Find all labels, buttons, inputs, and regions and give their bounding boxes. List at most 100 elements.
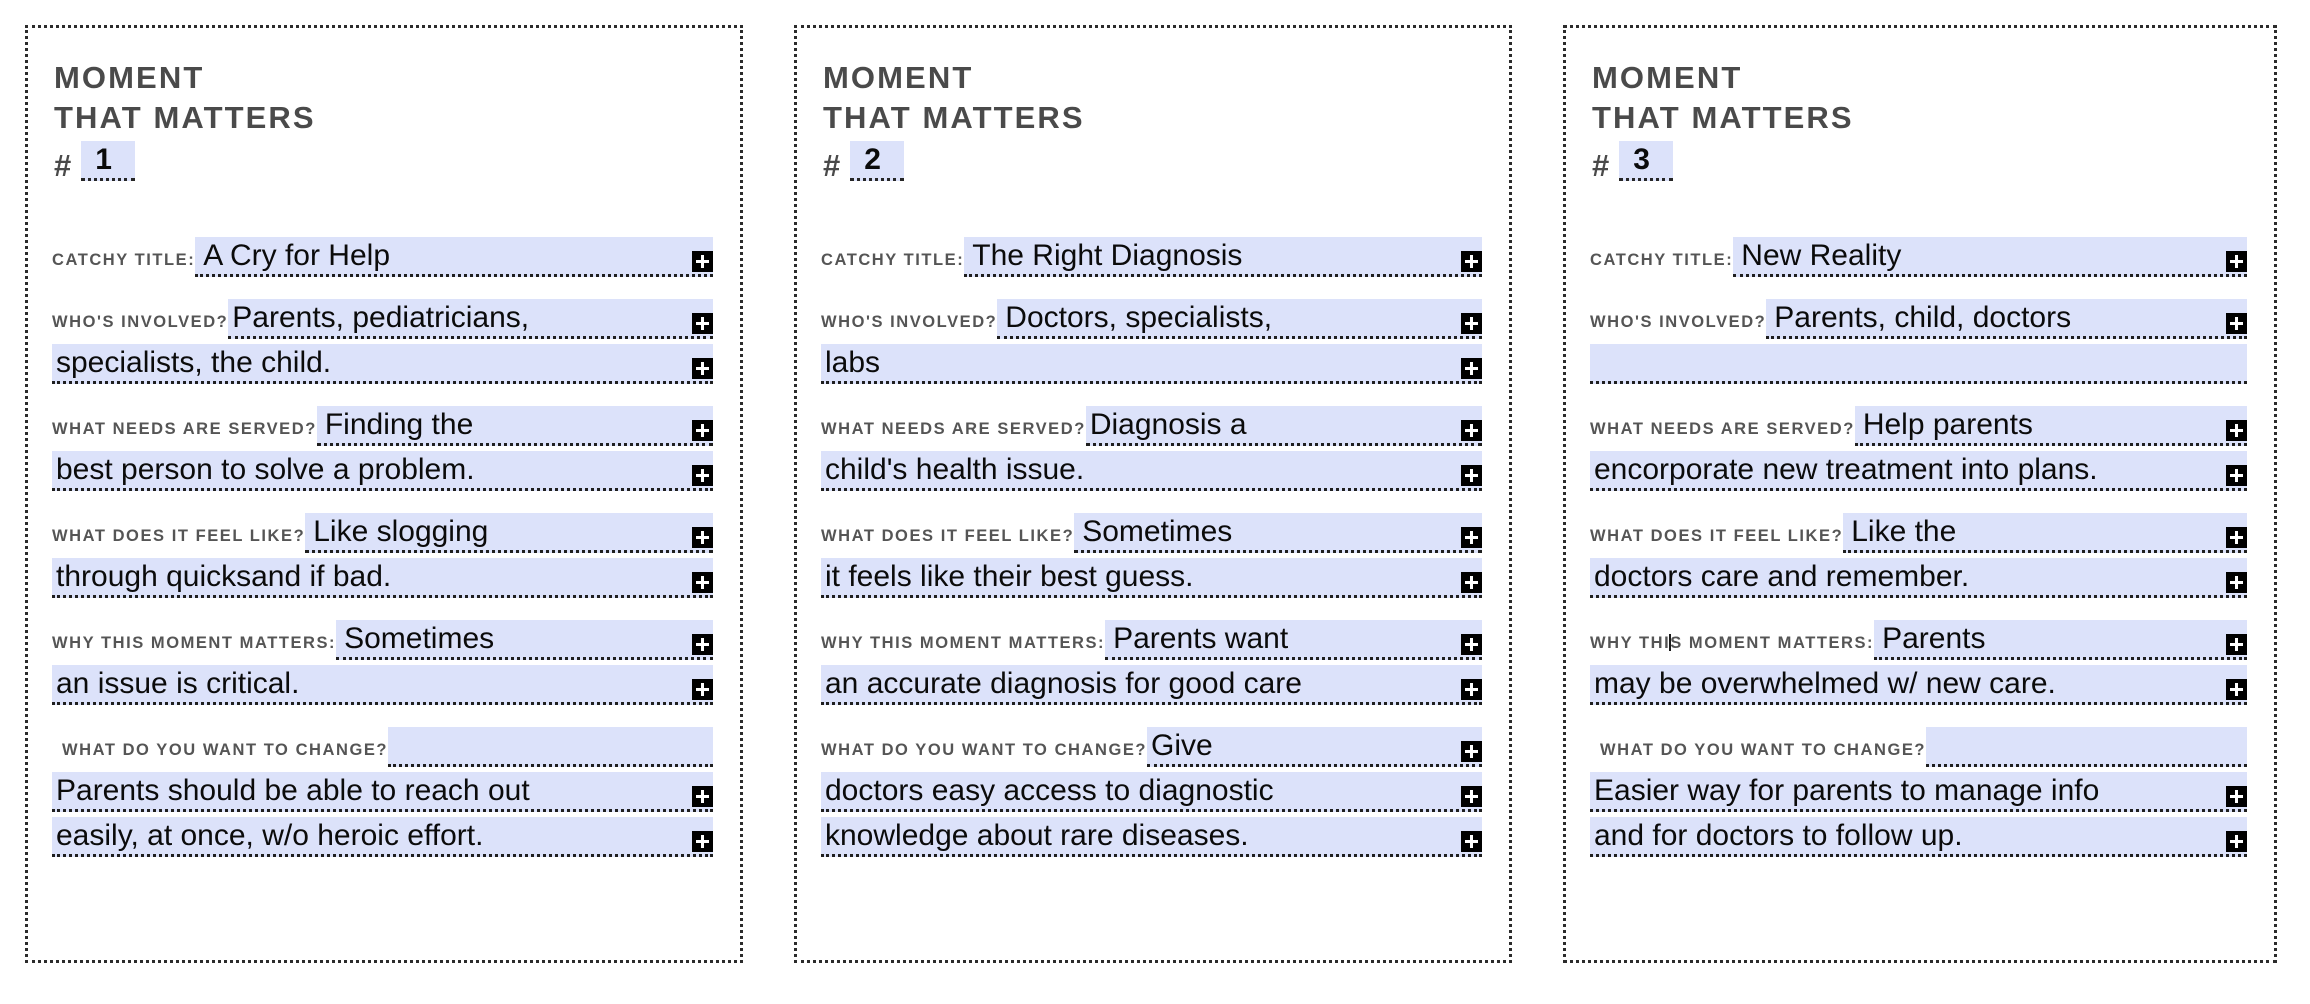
value-text: labs: [825, 346, 881, 379]
plus-icon[interactable]: [2226, 634, 2247, 655]
label-whos-involved: Who's Involved?: [52, 312, 229, 331]
field-row: encorporate new treatment into plans.: [1590, 447, 2247, 491]
label-what-does-it-feel-like: What does it feel like?: [52, 526, 306, 545]
field-row: specialists, the child.: [52, 340, 713, 384]
plus-icon[interactable]: [1461, 465, 1482, 486]
plus-icon[interactable]: [692, 786, 713, 807]
input-why-this-moment-matters-line-2[interactable]: an accurate diagnosis for good care: [821, 665, 1482, 705]
plus-icon[interactable]: [2226, 831, 2247, 852]
plus-icon[interactable]: [692, 313, 713, 334]
field-row: [1590, 340, 2247, 384]
input-whos-involved-line-2[interactable]: [1590, 344, 2247, 384]
input-what-do-you-want-to-change-line-1[interactable]: [1926, 727, 2247, 767]
card-number-input[interactable]: 2: [850, 141, 905, 181]
plus-icon[interactable]: [1461, 634, 1482, 655]
field-row: an accurate diagnosis for good care: [821, 661, 1482, 705]
plus-icon[interactable]: [2226, 420, 2247, 441]
field-whos-involved: Who's Involved? Doctors, specialists, la…: [821, 295, 1482, 384]
input-why-this-moment-matters-line-1[interactable]: Sometimes: [336, 620, 713, 660]
plus-icon[interactable]: [2226, 465, 2247, 486]
input-whos-involved-line-1[interactable]: Parents, child, doctors: [1766, 299, 2247, 339]
field-what-do-you-want-to-change: What do you want to change? Give doctors…: [821, 723, 1482, 857]
plus-icon[interactable]: [1461, 786, 1482, 807]
plus-icon[interactable]: [1461, 313, 1482, 334]
input-what-needs-are-served-line-2[interactable]: best person to solve a problem.: [52, 451, 713, 491]
field-row: What needs are served? Help parents: [1590, 402, 2247, 446]
field-row: Why this moment matters: Sometimes: [52, 616, 713, 660]
input-what-do-you-want-to-change-line-2[interactable]: Parents should be able to reach out: [52, 772, 713, 812]
input-what-does-it-feel-like-line-1[interactable]: Like the: [1843, 513, 2247, 553]
value-text: Easier way for parents to manage info: [1594, 774, 2100, 807]
input-catchy-title-line-1[interactable]: The Right Diagnosis: [964, 237, 1482, 277]
value-text: easily, at once, w/o heroic effort.: [56, 819, 484, 852]
value-text: doctors easy access to diagnostic: [825, 774, 1274, 807]
input-what-do-you-want-to-change-line-3[interactable]: and for doctors to follow up.: [1590, 817, 2247, 857]
input-what-needs-are-served-line-2[interactable]: child's health issue.: [821, 451, 1482, 491]
plus-icon[interactable]: [2226, 679, 2247, 700]
field-row: easily, at once, w/o heroic effort.: [52, 813, 713, 857]
input-what-does-it-feel-like-line-2[interactable]: it feels like their best guess.: [821, 558, 1482, 598]
value-text: Doctors, specialists,: [1005, 301, 1273, 334]
plus-icon[interactable]: [1461, 572, 1482, 593]
value-text: Parents, pediatricians,: [232, 301, 530, 334]
plus-icon[interactable]: [2226, 527, 2247, 548]
input-what-does-it-feel-like-line-2[interactable]: through quicksand if bad.: [52, 558, 713, 598]
plus-icon[interactable]: [692, 420, 713, 441]
input-why-this-moment-matters-line-2[interactable]: an issue is critical.: [52, 665, 713, 705]
field-row: doctors care and remember.: [1590, 554, 2247, 598]
field-row: through quicksand if bad.: [52, 554, 713, 598]
label-text-part-2: S MOMENT MATTERS:: [1670, 633, 1875, 652]
input-what-do-you-want-to-change-line-2[interactable]: doctors easy access to diagnostic: [821, 772, 1482, 812]
input-what-do-you-want-to-change-line-1[interactable]: Give: [1147, 727, 1482, 767]
value-text: doctors care and remember.: [1594, 560, 1970, 593]
plus-icon[interactable]: [692, 251, 713, 272]
input-catchy-title-line-1[interactable]: New Reality: [1733, 237, 2247, 277]
input-whos-involved-line-1[interactable]: Doctors, specialists,: [997, 299, 1482, 339]
input-what-do-you-want-to-change-line-3[interactable]: easily, at once, w/o heroic effort.: [52, 817, 713, 857]
plus-icon[interactable]: [2226, 251, 2247, 272]
input-what-does-it-feel-like-line-1[interactable]: Like slogging: [305, 513, 713, 553]
input-what-needs-are-served-line-2[interactable]: encorporate new treatment into plans.: [1590, 451, 2247, 491]
plus-icon[interactable]: [692, 831, 713, 852]
plus-icon[interactable]: [692, 634, 713, 655]
field-row: may be overwhelmed w/ new care.: [1590, 661, 2247, 705]
input-whos-involved-line-2[interactable]: labs: [821, 344, 1482, 384]
plus-icon[interactable]: [692, 572, 713, 593]
plus-icon[interactable]: [2226, 313, 2247, 334]
input-what-needs-are-served-line-1[interactable]: Diagnosis a: [1085, 406, 1482, 446]
input-why-this-moment-matters-line-1[interactable]: Parents: [1874, 620, 2247, 660]
input-what-do-you-want-to-change-line-1[interactable]: [388, 727, 713, 767]
plus-icon[interactable]: [692, 465, 713, 486]
plus-icon[interactable]: [1461, 741, 1482, 762]
value-text: Sometimes: [344, 622, 495, 655]
plus-icon[interactable]: [692, 358, 713, 379]
input-why-this-moment-matters-line-1[interactable]: Parents want: [1105, 620, 1482, 660]
label-whos-involved: Who's Involved?: [1590, 312, 1767, 331]
card-number-input[interactable]: 1: [81, 141, 136, 181]
input-what-do-you-want-to-change-line-2[interactable]: Easier way for parents to manage info: [1590, 772, 2247, 812]
plus-icon[interactable]: [692, 527, 713, 548]
plus-icon[interactable]: [1461, 831, 1482, 852]
value-text: and for doctors to follow up.: [1594, 819, 1963, 852]
input-what-needs-are-served-line-1[interactable]: Finding the: [316, 406, 713, 446]
plus-icon[interactable]: [2226, 786, 2247, 807]
plus-icon[interactable]: [1461, 358, 1482, 379]
input-what-does-it-feel-like-line-2[interactable]: doctors care and remember.: [1590, 558, 2247, 598]
input-why-this-moment-matters-line-2[interactable]: may be overwhelmed w/ new care.: [1590, 665, 2247, 705]
plus-icon[interactable]: [692, 679, 713, 700]
field-row: best person to solve a problem.: [52, 447, 713, 491]
input-what-needs-are-served-line-1[interactable]: Help parents: [1854, 406, 2247, 446]
plus-icon[interactable]: [1461, 251, 1482, 272]
plus-icon[interactable]: [1461, 679, 1482, 700]
input-whos-involved-line-2[interactable]: specialists, the child.: [52, 344, 713, 384]
plus-icon[interactable]: [1461, 420, 1482, 441]
plus-icon[interactable]: [1461, 527, 1482, 548]
input-what-does-it-feel-like-line-1[interactable]: Sometimes: [1074, 513, 1482, 553]
plus-icon[interactable]: [2226, 572, 2247, 593]
input-what-do-you-want-to-change-line-3[interactable]: knowledge about rare diseases.: [821, 817, 1482, 857]
label-catchy-title: Catchy Title:: [821, 250, 965, 269]
label-why-this-moment-matters: Why this moment matters:: [821, 633, 1106, 652]
input-catchy-title-line-1[interactable]: A Cry for Help: [195, 237, 713, 277]
card-number-input[interactable]: 3: [1619, 141, 1674, 181]
input-whos-involved-line-1[interactable]: Parents, pediatricians,: [228, 299, 713, 339]
